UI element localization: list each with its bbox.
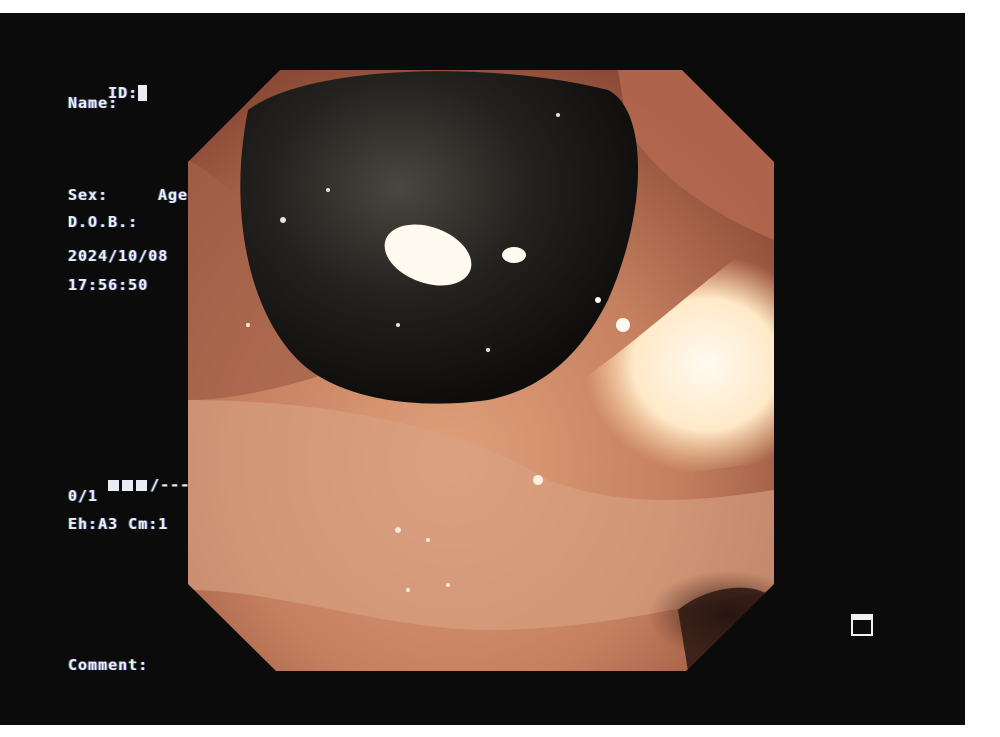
sex-label: Sex: [68,186,109,204]
endoscopic-image [188,70,774,671]
endoscopy-monitor: ID: Name: Sex: Age: D.O.B.: 2024/10/08 1… [0,13,965,725]
exam-time: 17:56:50 [68,276,149,294]
comment-label: Comment: [68,656,149,674]
image-counter: 0/1 [68,487,99,505]
patient-name-label: Name: [68,94,119,112]
exam-date: 2024/10/08 [68,247,169,265]
dob-label: D.O.B.: [68,213,139,231]
window-frame-icon [851,614,873,636]
enhancement-settings: Eh:A3 Cm:1 [68,515,169,533]
